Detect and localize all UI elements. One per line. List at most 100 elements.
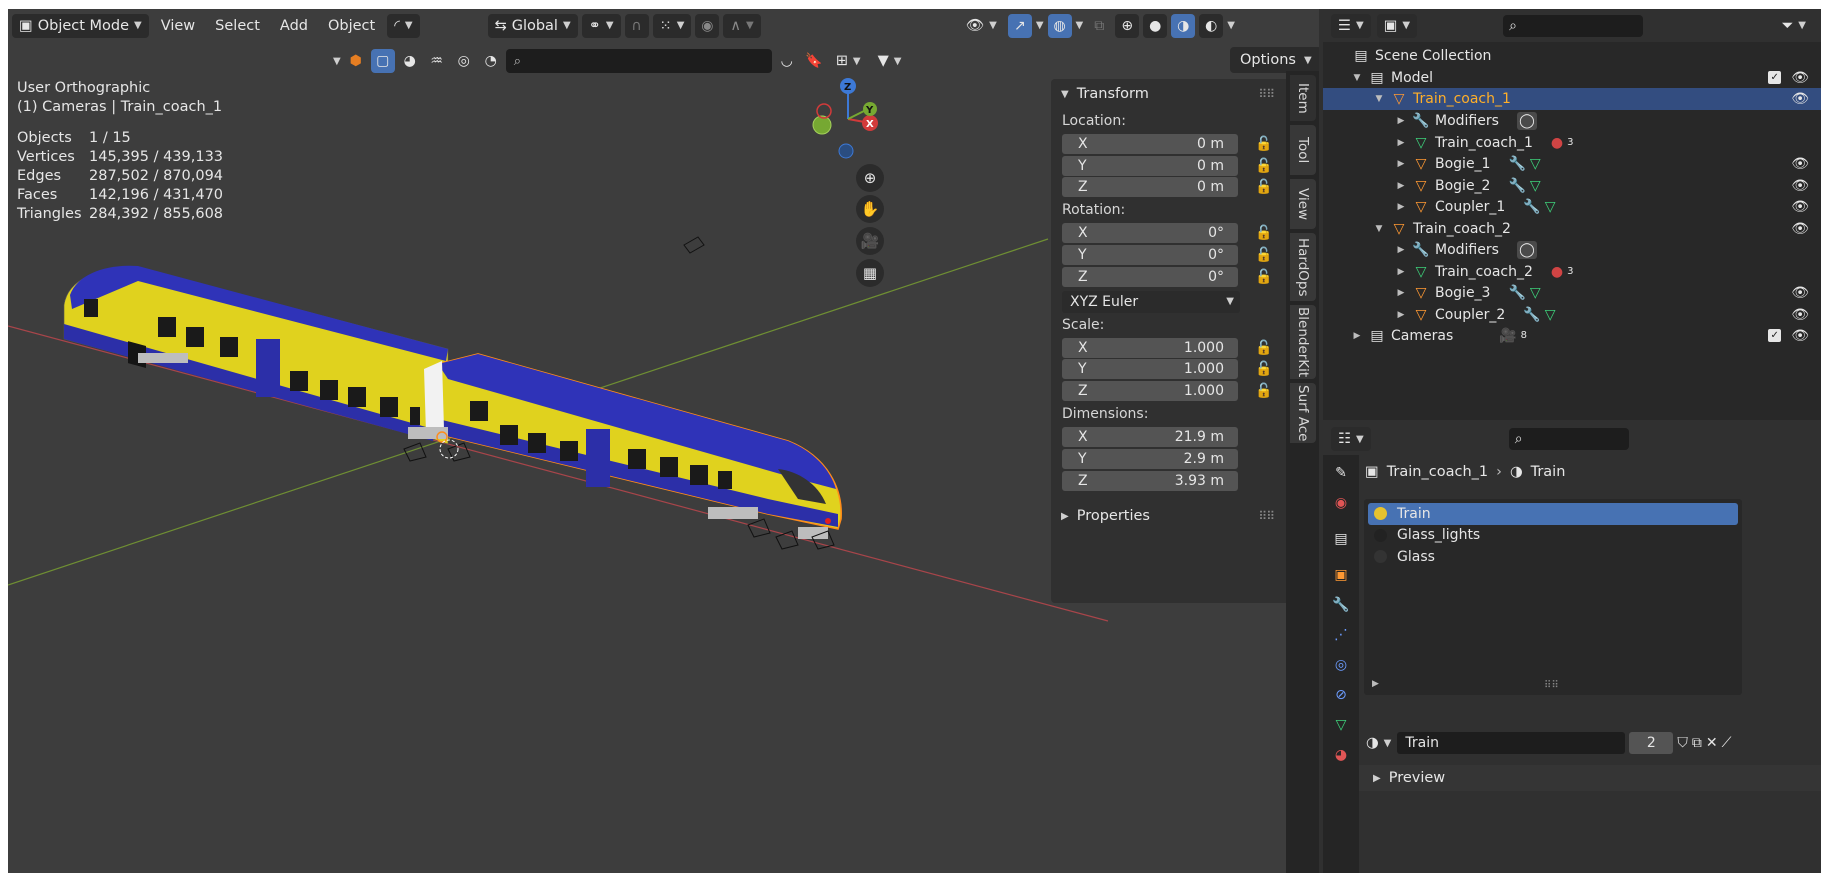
dimensions-x-field[interactable]: X 21.9 m (1062, 426, 1238, 447)
chevron-down-icon[interactable]: ▼ (1227, 20, 1235, 31)
mesh-data-icon[interactable]: ▽ (1331, 715, 1351, 735)
drag-grip-icon[interactable]: ⠿⠿ (1258, 509, 1275, 523)
include-checkbox[interactable]: ✓ (1768, 71, 1782, 85)
tree-row-cameras[interactable]: ▶ ▤ Cameras 🎥 8 ✓ 👁 (1323, 325, 1821, 347)
expand-arrow-icon[interactable]: ▼ (1373, 94, 1385, 104)
tree-row-coupler-2[interactable]: ▶ ▽ Coupler_2 🔧 ▽ 👁 (1323, 304, 1821, 326)
expand-arrow-icon[interactable]: ▶ (1395, 181, 1407, 191)
tab-hardops[interactable]: HardOps (1290, 233, 1316, 301)
chevron-down-icon[interactable]: ▼ (1076, 20, 1084, 31)
tree-row-bogie-3[interactable]: ▶ ▽ Bogie_3 🔧 ▽ 👁 (1323, 282, 1821, 304)
sphere-icon[interactable]: ◕ (398, 49, 422, 73)
lock-icon[interactable]: 🔓 (1255, 247, 1272, 263)
3d-viewport[interactable]: Z X Y ⊕ ✋ 🎥 ▦ ▣ Object Mode ▼ View Selec… (8, 9, 1319, 873)
tree-row-bogie-1[interactable]: ▶ ▽ Bogie_1 🔧 ▽ 👁 (1323, 153, 1821, 175)
bookmark-icon[interactable]: 🔖 (802, 49, 826, 73)
eye-icon[interactable]: 👁 (1791, 221, 1809, 237)
expand-arrow-icon[interactable]: ▶ (1395, 310, 1407, 320)
layout-selector[interactable]: ⊞ ▼ (829, 49, 868, 73)
eye-icon[interactable]: 👁 (1791, 328, 1809, 344)
tree-row-coupler-1[interactable]: ▶ ▽ Coupler_1 🔧 ▽ 👁 (1323, 196, 1821, 218)
snap-toggle[interactable]: ∩ (624, 13, 649, 38)
location-z-field[interactable]: Z 0 m (1062, 177, 1238, 198)
filter-selector[interactable]: ▼ ▼ (871, 49, 909, 73)
outliner-search-input[interactable]: ⌕ (1503, 14, 1644, 37)
zoom-icon[interactable]: ⊕ (856, 164, 884, 192)
constraints-icon[interactable]: ⊘ (1331, 685, 1351, 705)
scale-y-field[interactable]: Y 1.000 (1062, 359, 1238, 380)
expand-arrow-icon[interactable]: ▼ (1373, 224, 1385, 234)
tree-row-mesh-train-coach-2[interactable]: ▶ ▽ Train_coach_2 ● 3 (1323, 261, 1821, 283)
select-box-icon[interactable]: ▢ (370, 49, 395, 73)
overlays-toggle[interactable]: ◍ (1047, 13, 1072, 38)
physics-icon[interactable]: ◎ (1331, 655, 1351, 675)
dimensions-z-field[interactable]: Z 3.93 m (1062, 470, 1238, 491)
menu-object[interactable]: Object (320, 14, 383, 38)
material-slot[interactable]: Glass_lights (1368, 525, 1738, 547)
eye-icon[interactable]: 👁 (1791, 70, 1809, 86)
shading-rendered[interactable]: ◐ (1199, 13, 1224, 38)
eye-icon[interactable]: 👁 (1791, 199, 1809, 215)
pivot-selector[interactable]: ⚭ ▼ (581, 13, 621, 38)
rotation-mode-select[interactable]: XYZ Euler ▼ (1062, 290, 1240, 313)
rotation-x-field[interactable]: X 0° (1062, 223, 1238, 244)
include-checkbox[interactable]: ✓ (1768, 329, 1782, 343)
user-count[interactable]: 2 (1629, 732, 1674, 754)
render-icon[interactable]: ◉ (1331, 493, 1351, 513)
mode-selector[interactable]: ▣ Object Mode ▼ (12, 13, 149, 38)
dimensions-y-field[interactable]: Y 2.9 m (1062, 448, 1238, 469)
lock-icon[interactable]: 🔓 (1255, 361, 1272, 377)
menu-select[interactable]: Select (207, 14, 268, 38)
proportional-edit-toggle[interactable]: ◉ (695, 13, 720, 38)
eye-icon[interactable]: 👁 (1791, 285, 1809, 301)
scale-x-field[interactable]: X 1.000 (1062, 337, 1238, 358)
pan-hand-icon[interactable]: ✋ (856, 195, 884, 223)
close-icon[interactable]: ✕ (1706, 735, 1718, 751)
lock-icon[interactable]: 🔓 (1255, 269, 1272, 285)
expand-arrow-icon[interactable]: ▶ (1395, 202, 1407, 212)
location-x-field[interactable]: X 0 m (1062, 133, 1238, 154)
properties-subpanel-header[interactable]: ▶ Properties ⠿⠿ (1051, 501, 1286, 531)
material-browse[interactable]: ◑ ▼ (1364, 731, 1393, 755)
tool-icon[interactable]: ✎ (1331, 463, 1351, 483)
lock-icon[interactable]: 🔓 (1255, 179, 1272, 195)
resize-grip-icon[interactable]: ⠿⠿ (1544, 680, 1559, 691)
shading-material[interactable]: ◑ (1171, 13, 1196, 38)
color-cube-icon[interactable]: ⬢ (344, 49, 368, 73)
location-y-field[interactable]: Y 0 m (1062, 155, 1238, 176)
visibility-selector[interactable]: 👁 ▼ (959, 14, 1004, 38)
object-icon[interactable]: ▣ (1331, 565, 1351, 585)
material-icon[interactable]: ◕ (1331, 745, 1351, 765)
expand-arrow-icon[interactable]: ▶ (1395, 267, 1407, 277)
tree-row-modifiers[interactable]: ▶ 🔧 Modifiers ◯ (1323, 110, 1821, 132)
lights-icon[interactable]: ♒ (425, 49, 449, 73)
expand-arrow-icon[interactable]: ▶ (1395, 116, 1407, 126)
expand-arrow-icon[interactable]: ▼ (1351, 73, 1363, 83)
proportional-falloff[interactable]: ∧ ▼ (723, 13, 761, 38)
ortho-grid-icon[interactable]: ▦ (856, 259, 884, 287)
xray-toggle[interactable]: ⧉ (1087, 14, 1111, 38)
expand-arrow-icon[interactable]: ▶ (1395, 159, 1407, 169)
rotation-y-field[interactable]: Y 0° (1062, 244, 1238, 265)
material-slot[interactable]: Glass (1368, 546, 1738, 568)
preview-panel-header[interactable]: ▶ Preview (1359, 765, 1821, 791)
lock-icon[interactable]: 🔓 (1255, 340, 1272, 356)
lock-icon[interactable]: 🔓 (1255, 383, 1272, 399)
lock-icon[interactable]: 🔓 (1255, 136, 1272, 152)
tree-row-model[interactable]: ▼ ▤ Model ✓ 👁 (1323, 67, 1821, 89)
drag-grip-icon[interactable]: ⠿⠿ (1258, 87, 1275, 101)
options-button[interactable]: Options ▼ (1230, 47, 1319, 73)
duplicate-icon[interactable]: ⧉ (1692, 735, 1702, 751)
tree-row-train-coach-2[interactable]: ▼ ▽ Train_coach_2 👁 (1323, 218, 1821, 240)
expand-arrow-icon[interactable]: ▶ (1395, 138, 1407, 148)
display-mode-selector[interactable]: ☰ ▼ (1331, 13, 1371, 38)
particles-icon[interactable]: ⋰ (1331, 625, 1351, 645)
tree-row-train-coach-1[interactable]: ▼ ▽ Train_coach_1 👁 (1323, 88, 1821, 110)
camera-view-icon[interactable]: 🎥 (856, 227, 884, 255)
eye-icon[interactable]: 👁 (1791, 156, 1809, 172)
eye-icon[interactable]: 👁 (1791, 91, 1809, 107)
expand-arrow-icon[interactable]: ▶ (1395, 288, 1407, 298)
menu-view[interactable]: View (153, 14, 203, 38)
menu-add[interactable]: Add (272, 14, 316, 38)
tree-row-modifiers-2[interactable]: ▶ 🔧 Modifiers ◯ (1323, 239, 1821, 261)
